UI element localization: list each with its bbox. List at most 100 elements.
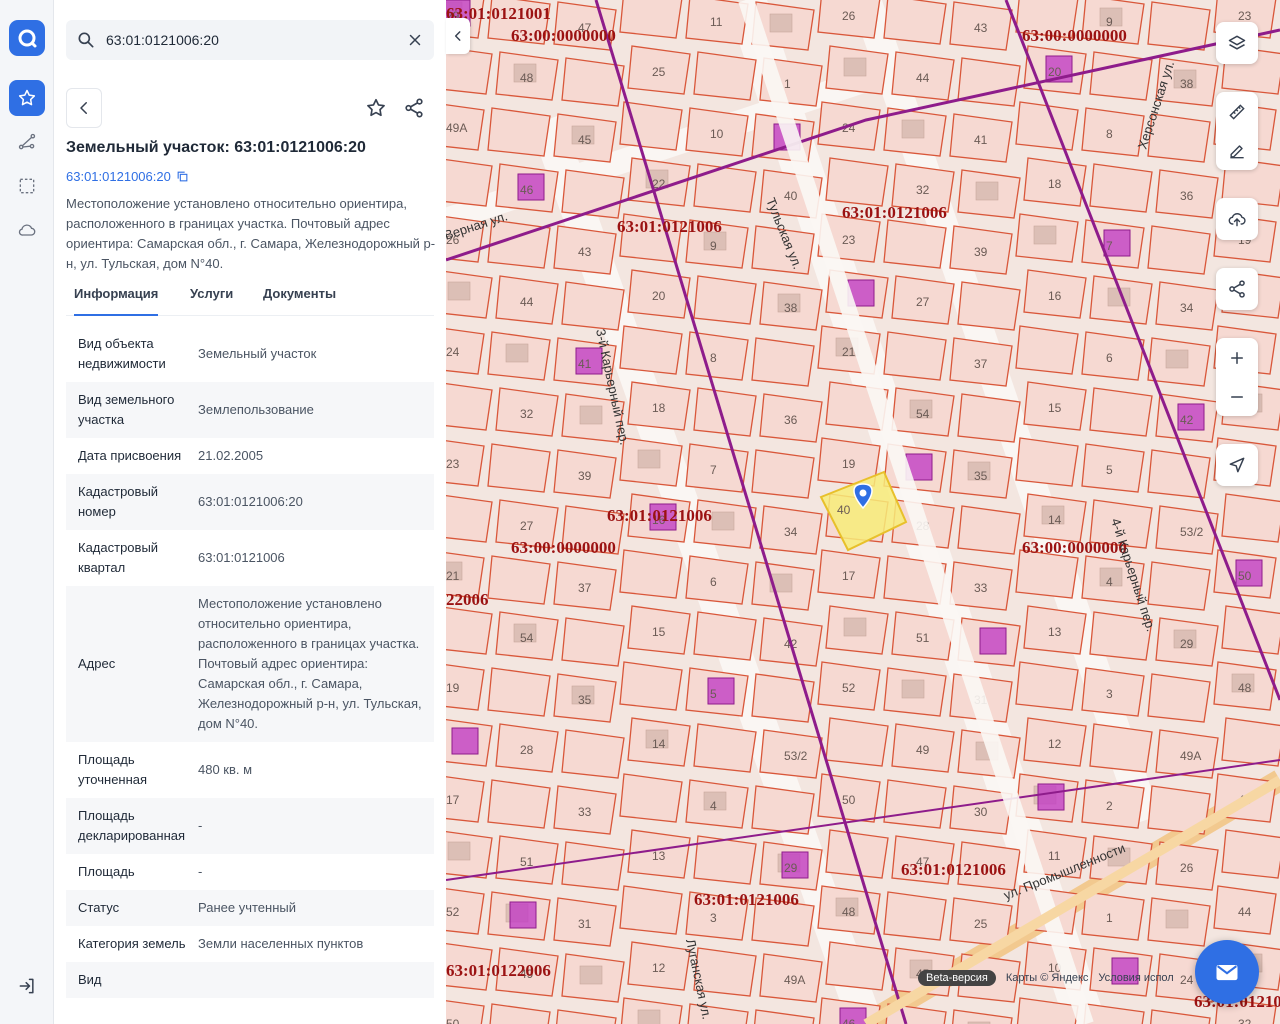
map-share-button[interactable] <box>1216 268 1258 310</box>
parcel[interactable] <box>751 337 815 387</box>
parcel[interactable] <box>883 891 947 941</box>
upload-button[interactable] <box>1216 198 1258 240</box>
parcel[interactable] <box>1221 829 1280 879</box>
logo-icon[interactable] <box>9 20 45 56</box>
parcel[interactable] <box>883 331 947 381</box>
parcel[interactable] <box>1015 437 1079 487</box>
feedback-button[interactable] <box>1195 940 1259 1004</box>
parcel[interactable] <box>751 449 815 499</box>
parcel[interactable] <box>488 1003 551 1024</box>
parcel[interactable] <box>619 661 683 711</box>
copy-icon[interactable] <box>176 170 189 183</box>
parcel[interactable] <box>825 941 889 991</box>
parcel[interactable] <box>1147 1 1211 51</box>
parcel[interactable] <box>561 281 625 331</box>
add-favorite-button[interactable] <box>358 88 394 128</box>
parcel[interactable] <box>446 158 493 207</box>
tab-information[interactable]: Информация <box>74 286 159 316</box>
parcel[interactable] <box>957 281 1021 331</box>
parcel[interactable] <box>487 107 551 157</box>
parcel[interactable] <box>883 219 947 269</box>
parcel[interactable] <box>619 549 683 599</box>
parcel[interactable] <box>693 723 757 773</box>
cloud-button[interactable] <box>9 212 45 248</box>
parcel[interactable] <box>1015 101 1079 151</box>
tab-services[interactable]: Услуги <box>190 286 233 316</box>
parcel[interactable] <box>751 673 815 723</box>
parcel[interactable] <box>1081 107 1145 157</box>
parcel[interactable] <box>487 555 551 605</box>
zoom-in-icon[interactable] <box>1228 349 1246 367</box>
close-icon[interactable] <box>406 31 424 49</box>
parcel[interactable] <box>1147 561 1211 611</box>
parcel[interactable] <box>957 393 1021 443</box>
parcel[interactable] <box>883 0 947 45</box>
tab-documents[interactable]: Документы <box>263 286 336 316</box>
parcel-number: 12 <box>652 961 666 975</box>
parcel[interactable] <box>1148 1009 1211 1024</box>
ruler-icon[interactable] <box>1227 102 1247 122</box>
parcel[interactable] <box>487 443 551 493</box>
parcel[interactable] <box>554 1009 617 1024</box>
parcel[interactable] <box>487 779 551 829</box>
parcel[interactable] <box>1081 891 1145 941</box>
back-button[interactable] <box>66 88 102 128</box>
parcel[interactable] <box>1147 449 1211 499</box>
parcel[interactable] <box>693 275 757 325</box>
parcel[interactable] <box>1089 163 1153 213</box>
parcel[interactable] <box>957 505 1021 555</box>
parcel[interactable] <box>619 0 683 39</box>
parcel[interactable] <box>487 667 551 717</box>
parcel[interactable] <box>686 1003 749 1024</box>
map-canvas[interactable]: 2949А26242321191752504846443227542851494… <box>446 0 1280 1024</box>
parcel[interactable] <box>1147 225 1211 275</box>
layers-button[interactable] <box>1216 22 1258 64</box>
parcel[interactable] <box>883 779 947 829</box>
parcel[interactable] <box>751 785 815 835</box>
parcel[interactable] <box>1221 493 1280 543</box>
parcel[interactable] <box>1081 331 1145 381</box>
share-button[interactable] <box>396 88 432 128</box>
parcel[interactable] <box>561 841 625 891</box>
parcel[interactable] <box>825 717 889 767</box>
parcel[interactable] <box>1015 661 1079 711</box>
parcel[interactable] <box>693 611 757 661</box>
parcel[interactable] <box>685 331 749 381</box>
attribution-text[interactable]: Карты © Яндекс <box>1006 972 1089 984</box>
parcel[interactable] <box>446 494 493 543</box>
logout-button[interactable] <box>9 968 45 1004</box>
parcel[interactable] <box>1147 673 1211 723</box>
favorites-button[interactable] <box>9 80 45 116</box>
object-panel: Земельный участок: 63:01:0121006:20 63:0… <box>54 0 446 1024</box>
parcel[interactable] <box>693 163 757 213</box>
parcel[interactable] <box>1221 717 1280 767</box>
terms-link[interactable]: Условия испол <box>1098 972 1173 984</box>
locate-button[interactable] <box>1216 444 1258 486</box>
parcel[interactable] <box>1089 387 1153 437</box>
parcel[interactable] <box>561 729 625 779</box>
zoom-out-icon[interactable] <box>1228 388 1246 406</box>
parcel[interactable] <box>446 606 493 655</box>
parcel[interactable] <box>619 885 683 935</box>
parcel[interactable] <box>619 325 683 375</box>
parcel[interactable] <box>1089 723 1153 773</box>
parcel[interactable] <box>619 773 683 823</box>
parcel[interactable] <box>693 51 757 101</box>
parcel[interactable] <box>1015 325 1079 375</box>
collapse-panel-button[interactable] <box>446 18 470 54</box>
parcel[interactable] <box>446 382 493 431</box>
parcel[interactable] <box>685 555 749 605</box>
parcel[interactable] <box>752 1009 815 1024</box>
parcel[interactable] <box>1081 667 1145 717</box>
parcel[interactable] <box>825 829 889 879</box>
cad-number-link[interactable]: 63:01:0121006:20 <box>66 169 189 184</box>
parcel[interactable] <box>825 157 889 207</box>
edit-icon[interactable] <box>1227 141 1247 161</box>
search-input[interactable] <box>106 20 396 60</box>
selection-button[interactable] <box>9 168 45 204</box>
parcel[interactable] <box>1015 549 1079 599</box>
parcel[interactable] <box>561 617 625 667</box>
parcel[interactable] <box>1081 443 1145 493</box>
cadastral-map[interactable]: 29 49А 26 24 23 21 19 17 52 50 48 46 44 32 27 54 28 51 49 4… <box>446 0 1280 1024</box>
route-button[interactable] <box>9 124 45 160</box>
